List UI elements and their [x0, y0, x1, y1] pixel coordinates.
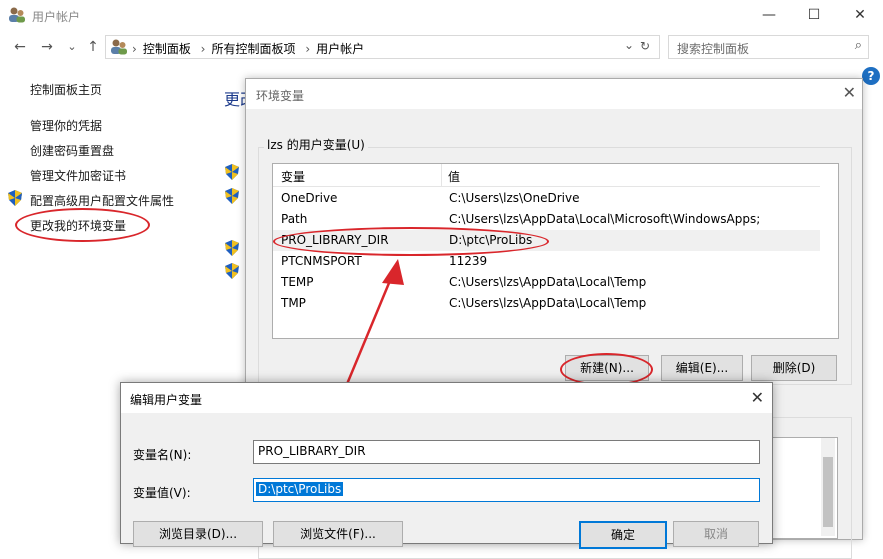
row-variable-name: OneDrive — [281, 191, 338, 205]
breadcrumb-control-panel[interactable]: 控制面板 — [143, 42, 191, 56]
variable-value-input[interactable]: D:\ptc\ProLibs — [253, 478, 760, 502]
search-placeholder: 搜索控制面板 — [677, 42, 750, 56]
column-header-value[interactable]: 值 — [448, 168, 460, 185]
address-bar[interactable]: › 控制面板 › 所有控制面板项 › 用户帐户 ⌄ ↻ — [105, 35, 660, 59]
breadcrumb: › 控制面板 › 所有控制面板项 › 用户帐户 — [132, 40, 370, 57]
row-variable-value: 11239 — [449, 254, 488, 268]
breadcrumb-separator-icon: › — [305, 42, 311, 56]
edit-dialog-close-button[interactable]: ✕ — [751, 388, 764, 407]
variable-value-selection: D:\ptc\ProLibs — [256, 482, 344, 496]
shield-icon — [225, 188, 239, 204]
breadcrumb-user-accounts[interactable]: 用户帐户 — [316, 42, 364, 56]
control-panel-icon — [111, 39, 127, 55]
shield-icon — [8, 190, 22, 206]
cancel-button[interactable]: 取消 — [673, 521, 759, 547]
close-button[interactable]: ✕ — [837, 0, 883, 30]
table-row[interactable]: OneDrive C:\Users\lzs\OneDrive — [273, 188, 820, 209]
row-variable-value: C:\Users\lzs\AppData\Local\Temp — [449, 275, 647, 289]
shield-icon — [225, 240, 239, 256]
breadcrumb-separator-icon: › — [132, 42, 137, 56]
control-panel-home-link[interactable]: 控制面板主页 — [30, 81, 102, 98]
env-dialog-title: 环境变量 — [256, 89, 305, 103]
row-variable-name: TMP — [281, 296, 306, 310]
annotation-circle-variable-row — [273, 227, 549, 256]
minimize-button[interactable]: — — [746, 0, 792, 30]
maximize-button[interactable]: ☐ — [791, 0, 837, 30]
delete-variable-button[interactable]: 删除(D) — [751, 355, 837, 381]
edit-dialog-title-bar: 编辑用户变量 ✕ — [121, 383, 772, 413]
forward-button[interactable]: → — [37, 38, 57, 56]
create-reset-disk-link[interactable]: 创建密码重置盘 — [30, 142, 114, 159]
window-title: 用户帐户 — [32, 10, 81, 24]
user-variables-label: lzs 的用户变量(U) — [264, 136, 368, 153]
breadcrumb-all-items[interactable]: 所有控制面板项 — [211, 42, 295, 56]
table-row[interactable]: Path C:\Users\lzs\AppData\Local\Microsof… — [273, 209, 820, 230]
variable-name-input[interactable]: PRO_LIBRARY_DIR — [253, 440, 760, 464]
advanced-profile-props-link[interactable]: 配置高级用户配置文件属性 — [30, 192, 174, 209]
variable-name-value: PRO_LIBRARY_DIR — [258, 444, 366, 458]
edit-variable-button[interactable]: 编辑(E)... — [661, 355, 743, 381]
annotation-circle-left-nav — [15, 208, 150, 242]
up-button[interactable]: ↑ — [83, 38, 103, 56]
variable-value-label: 变量值(V): — [133, 486, 191, 500]
edit-dialog-title: 编辑用户变量 — [130, 393, 203, 407]
variable-name-label: 变量名(N): — [133, 448, 192, 462]
shield-icon — [225, 263, 239, 279]
manage-credentials-link[interactable]: 管理你的凭据 — [30, 117, 102, 134]
ok-button[interactable]: 确定 — [579, 521, 667, 549]
manage-encryption-cert-link[interactable]: 管理文件加密证书 — [30, 167, 126, 184]
window-title-bar: 用户帐户 — ☐ ✕ — [0, 0, 883, 32]
column-header-variable[interactable]: 变量 — [281, 168, 305, 185]
refresh-icon[interactable]: ↻ — [640, 39, 650, 53]
row-variable-name: TEMP — [281, 275, 314, 289]
edit-user-variable-dialog: 编辑用户变量 ✕ 变量名(N): PRO_LIBRARY_DIR 变量值(V):… — [120, 382, 773, 549]
list-header: 变量 值 — [273, 164, 820, 187]
env-dialog-close-button[interactable]: ✕ — [843, 83, 856, 102]
recent-locations-button[interactable]: ⌄ — [62, 38, 82, 56]
breadcrumb-separator-icon: › — [200, 42, 206, 56]
back-button[interactable]: ← — [10, 38, 30, 56]
row-variable-value: C:\Users\lzs\AppData\Local\Microsoft\Win… — [449, 212, 761, 226]
row-variable-value: C:\Users\lzs\AppData\Local\Temp — [449, 296, 647, 310]
scrollbar-thumb[interactable] — [823, 457, 833, 527]
browse-file-button[interactable]: 浏览文件(F)... — [273, 521, 403, 547]
search-box[interactable]: 搜索控制面板 ⌕ — [668, 35, 869, 59]
address-dropdown-icon[interactable]: ⌄ — [624, 38, 634, 52]
column-divider — [441, 164, 442, 186]
row-variable-name: Path — [281, 212, 308, 226]
user-accounts-icon — [9, 7, 25, 23]
help-icon[interactable]: ? — [862, 67, 880, 85]
browse-directory-button[interactable]: 浏览目录(D)... — [133, 521, 263, 547]
env-dialog-title-bar: 环境变量 ✕ — [246, 79, 862, 109]
shield-icon — [225, 164, 239, 180]
row-variable-value: C:\Users\lzs\OneDrive — [449, 191, 580, 205]
search-icon: ⌕ — [854, 38, 862, 53]
